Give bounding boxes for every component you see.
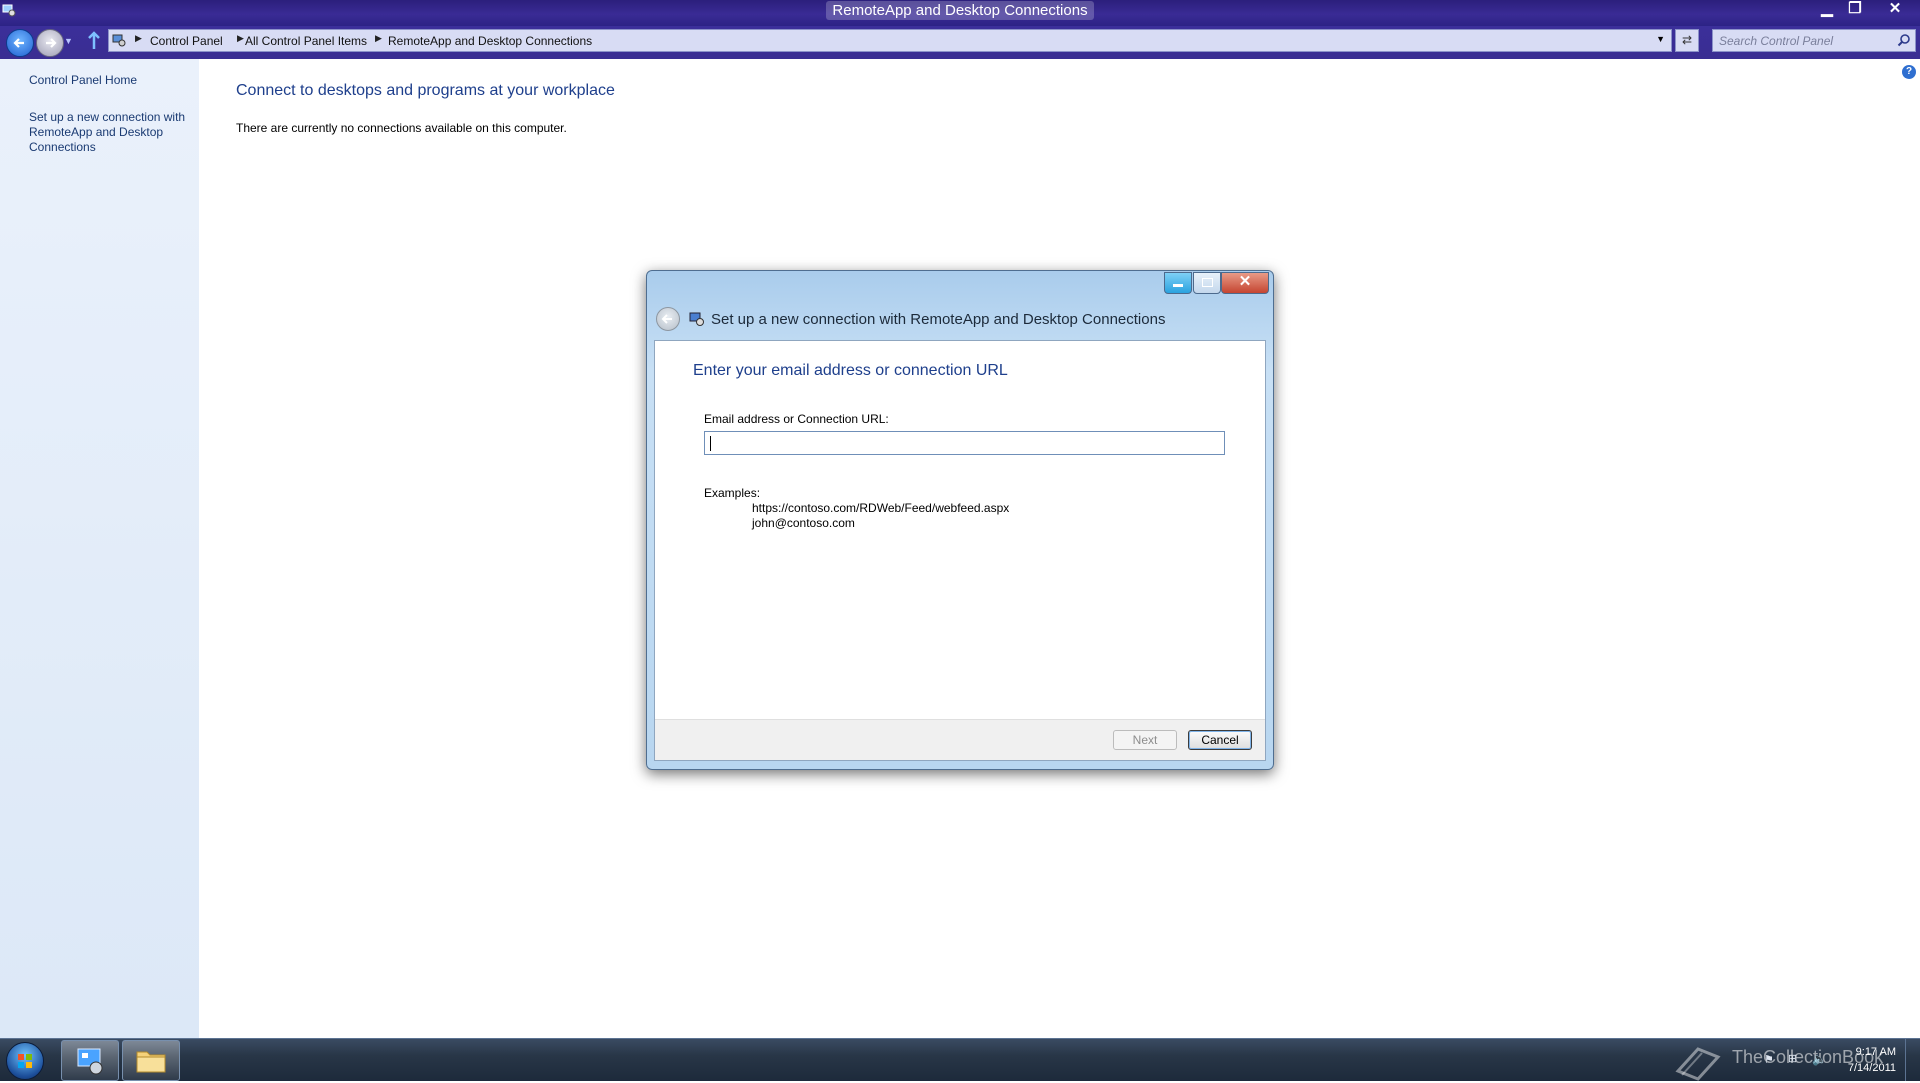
text-cursor bbox=[710, 436, 711, 451]
up-level-icon[interactable] bbox=[86, 31, 102, 51]
minimize-icon bbox=[1173, 284, 1183, 287]
breadcrumb-separator-icon[interactable]: ▶ bbox=[375, 33, 382, 44]
control-panel-home-link[interactable]: Control Panel Home bbox=[29, 73, 137, 88]
remoteapp-icon bbox=[689, 312, 704, 326]
clock-date: 7/14/2011 bbox=[1847, 1062, 1896, 1074]
recent-pages-dropdown-icon[interactable]: ▼ bbox=[64, 36, 73, 46]
dialog-close-button[interactable]: ✕ bbox=[1221, 272, 1269, 294]
dialog-maximize-button[interactable] bbox=[1193, 272, 1221, 294]
control-panel-icon bbox=[112, 34, 126, 47]
breadcrumb-separator-icon[interactable]: ▶ bbox=[237, 33, 244, 44]
network-icon[interactable]: ⊞ bbox=[1788, 1052, 1797, 1065]
page-heading: Connect to desktops and programs at your… bbox=[236, 82, 615, 99]
back-arrow-icon bbox=[661, 314, 672, 324]
title-bar: RemoteApp and Desktop Connections ▁ ❐ ✕ bbox=[0, 0, 1920, 26]
close-button[interactable]: ✕ bbox=[1882, 0, 1908, 20]
dialog-body: Enter your email address or connection U… bbox=[654, 340, 1266, 761]
windows-logo-icon bbox=[18, 1054, 32, 1068]
folder-icon bbox=[136, 1051, 166, 1073]
close-icon: ✕ bbox=[1238, 273, 1252, 290]
help-button[interactable]: ? bbox=[1902, 65, 1916, 79]
search-icon[interactable] bbox=[1897, 33, 1911, 47]
address-bar[interactable]: ▶ Control Panel ▶ All Control Panel Item… bbox=[108, 29, 1672, 52]
minimize-button[interactable]: ▁ bbox=[1814, 0, 1840, 20]
refresh-icon: ⇄ bbox=[1681, 33, 1693, 47]
connection-url-label: Email address or Connection URL: bbox=[704, 412, 889, 426]
clock-time: 9:17 AM bbox=[1855, 1046, 1896, 1058]
dialog-back-button[interactable] bbox=[656, 307, 680, 331]
breadcrumb-separator-icon[interactable]: ▶ bbox=[135, 33, 142, 44]
example-email: john@contoso.com bbox=[752, 516, 855, 530]
search-box[interactable]: Search Control Panel bbox=[1712, 29, 1916, 52]
next-button[interactable]: Next bbox=[1113, 730, 1177, 750]
forward-arrow-icon bbox=[46, 38, 57, 48]
setup-connection-dialog: ✕ Set up a new connection with RemoteApp… bbox=[646, 270, 1274, 770]
system-clock[interactable]: 9:17 AM 7/14/2011 bbox=[1848, 1044, 1896, 1076]
breadcrumb-control-panel[interactable]: Control Panel bbox=[150, 34, 223, 48]
setup-new-connection-link[interactable]: Set up a new connection with RemoteApp a… bbox=[29, 110, 194, 155]
back-button[interactable] bbox=[6, 29, 34, 57]
address-dropdown-icon[interactable]: ▼ bbox=[1656, 34, 1665, 44]
show-desktop-button[interactable] bbox=[1905, 1039, 1920, 1081]
no-connections-message: There are currently no connections avail… bbox=[236, 121, 567, 135]
window-title: RemoteApp and Desktop Connections bbox=[0, 1, 1920, 20]
start-button[interactable] bbox=[6, 1042, 44, 1080]
control-panel-icon bbox=[77, 1048, 103, 1075]
cancel-button[interactable]: Cancel bbox=[1188, 730, 1252, 750]
refresh-button[interactable]: ⇄ bbox=[1675, 29, 1699, 52]
taskbar: TheCollectionBook ⚑ ⊞ 🔈 9:17 AM 7/14/201… bbox=[0, 1038, 1920, 1081]
dialog-instruction: Enter your email address or connection U… bbox=[693, 362, 1008, 379]
taskbar-control-panel[interactable] bbox=[61, 1040, 119, 1081]
book-logo-icon bbox=[1675, 1047, 1721, 1081]
navigation-bar: ▼ ▶ Control Panel ▶ All Control Panel It… bbox=[0, 26, 1920, 59]
taskbar-windows-explorer[interactable] bbox=[122, 1040, 180, 1081]
example-url: https://contoso.com/RDWeb/Feed/webfeed.a… bbox=[752, 501, 1010, 515]
left-navigation-pane: Control Panel Home Set up a new connecti… bbox=[0, 59, 199, 1038]
volume-icon[interactable]: 🔈 bbox=[1812, 1052, 1827, 1066]
back-arrow-icon bbox=[13, 38, 24, 48]
connection-url-input[interactable] bbox=[704, 431, 1225, 455]
breadcrumb-all-items[interactable]: All Control Panel Items bbox=[245, 34, 367, 48]
restore-button[interactable]: ❐ bbox=[1842, 0, 1868, 20]
dialog-footer: Next Cancel bbox=[655, 719, 1265, 760]
dialog-title: Set up a new connection with RemoteApp a… bbox=[711, 311, 1166, 328]
search-placeholder: Search Control Panel bbox=[1719, 34, 1834, 48]
action-center-flag-icon[interactable]: ⚑ bbox=[1764, 1053, 1774, 1066]
forward-button[interactable] bbox=[36, 29, 64, 57]
maximize-icon bbox=[1202, 278, 1213, 287]
examples-label: Examples: bbox=[704, 486, 761, 500]
dialog-minimize-button[interactable] bbox=[1164, 272, 1192, 294]
breadcrumb-remoteapp[interactable]: RemoteApp and Desktop Connections bbox=[388, 34, 592, 48]
